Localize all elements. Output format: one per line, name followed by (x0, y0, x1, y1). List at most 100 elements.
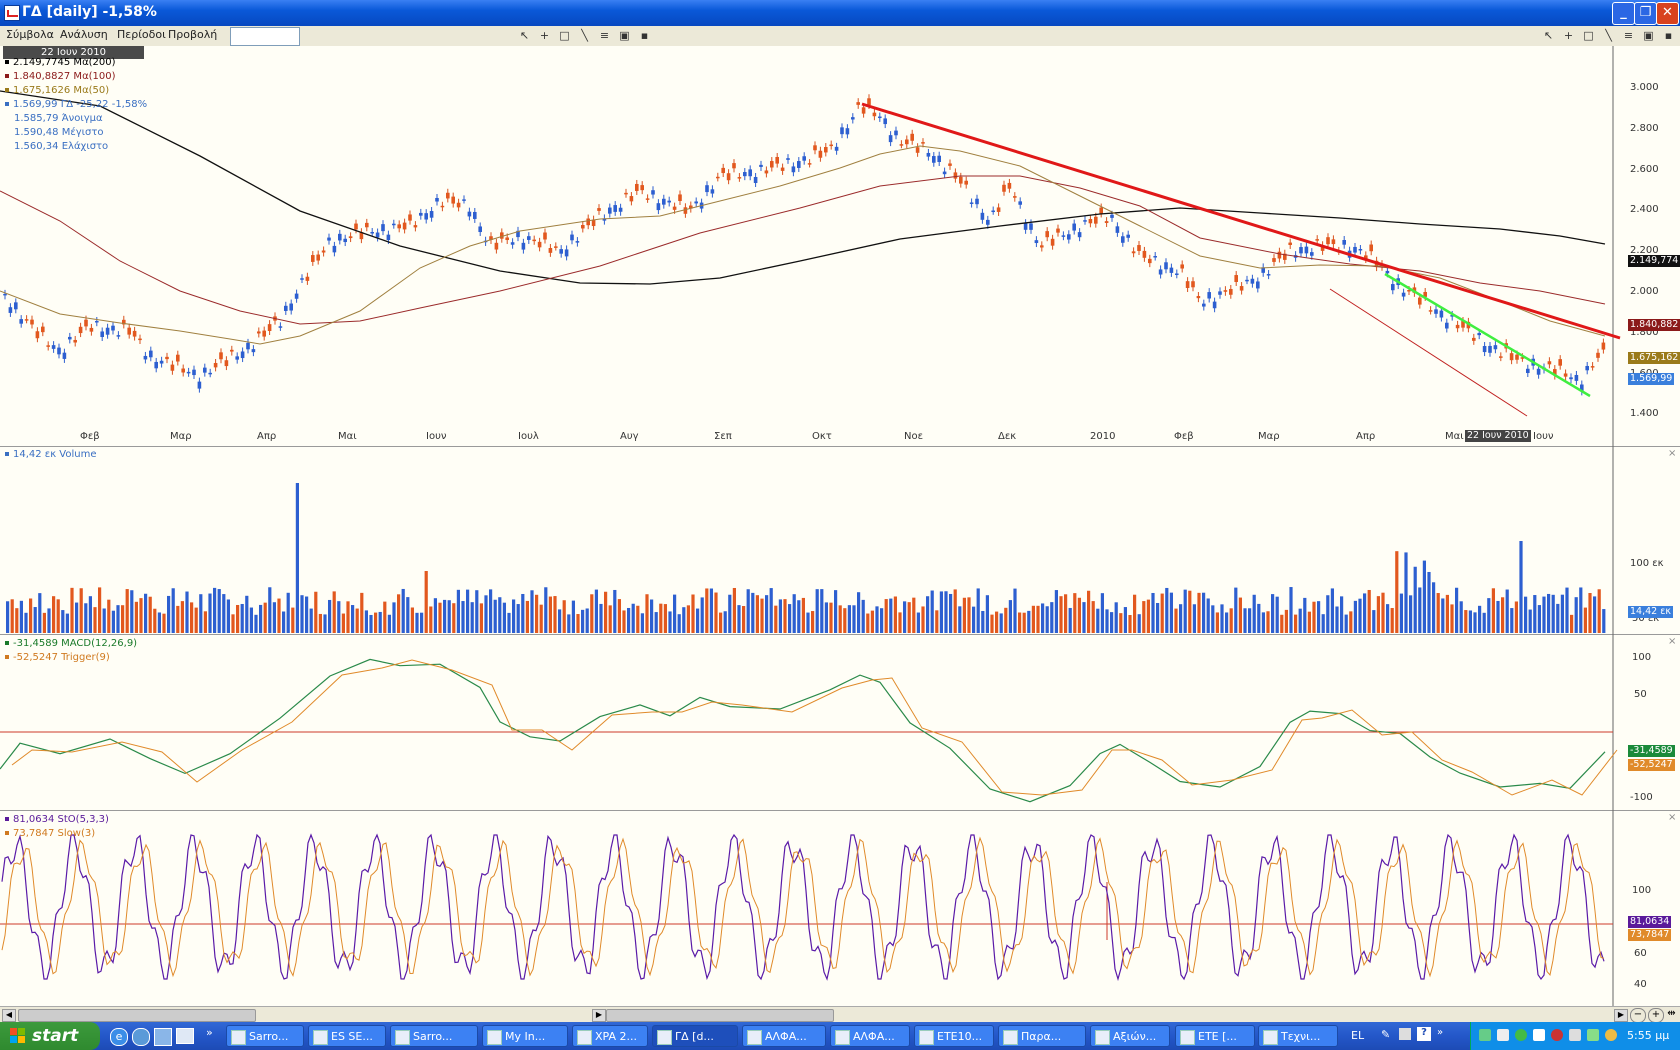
speaker-icon[interactable] (1533, 1029, 1545, 1041)
rectangle-icon-right[interactable]: □ (1582, 29, 1595, 42)
security-icon[interactable] (1551, 1029, 1563, 1041)
save-icon-right[interactable]: ▪ (1662, 29, 1675, 42)
taskbar-task[interactable]: Παρα... (998, 1025, 1086, 1047)
network-icon[interactable] (1479, 1029, 1491, 1041)
language-indicator[interactable]: EL (1351, 1029, 1364, 1042)
volume-bar (157, 612, 161, 633)
pointer-icon[interactable]: ↖ (518, 29, 531, 42)
taskbar-task[interactable]: Τεχνι... (1258, 1025, 1338, 1047)
taskbar-task[interactable]: ES SE... (308, 1025, 386, 1047)
pane-close-icon[interactable]: × (1668, 448, 1676, 459)
fit-icon[interactable]: ⇹ (1665, 1008, 1678, 1021)
antivirus-icon[interactable] (1515, 1029, 1527, 1041)
volume-bar (1289, 587, 1293, 633)
restore-button[interactable]: ❐ (1634, 2, 1657, 25)
menu-analysis[interactable]: Ανάλυση (60, 28, 108, 41)
taskbar-task[interactable]: XPA 2... (572, 1025, 648, 1047)
candle-body (969, 202, 974, 204)
scroll-end-icon[interactable]: ▶ (1614, 1009, 1628, 1022)
volume-bar (1275, 596, 1279, 633)
browser-quicklaunch-icon[interactable] (132, 1028, 150, 1046)
scroll-right-icon[interactable]: ▶ (592, 1009, 606, 1022)
red-trendline (861, 102, 1621, 340)
taskbar-task[interactable]: ΓΔ [d... (652, 1025, 738, 1047)
volume-bar (125, 589, 129, 633)
task-app-icon (835, 1030, 850, 1045)
taskbar-task[interactable]: ETE [... (1175, 1025, 1255, 1047)
candle-body (143, 355, 148, 360)
taskbar-task[interactable]: ΑΛΦΑ... (830, 1025, 910, 1047)
list-icon[interactable]: ≡ (598, 29, 611, 42)
volume-bar (268, 587, 272, 633)
menu-view[interactable]: Προβολή (168, 28, 217, 41)
keyboard-icon[interactable] (1399, 1028, 1411, 1040)
volume-bar (990, 614, 994, 633)
taskbar-task[interactable]: ETE10... (914, 1025, 994, 1047)
scroll-thumb-2[interactable] (606, 1009, 834, 1022)
volume-bar (746, 589, 750, 633)
symbol-input[interactable] (230, 27, 300, 46)
taskbar-task[interactable]: ΑΛΦΑ... (742, 1025, 826, 1047)
taskbar-task[interactable]: Sarro... (390, 1025, 478, 1047)
chart-area[interactable]: 22 Ιουν 2010 2.149,7745 Mα(200) 1.840,88… (0, 46, 1680, 1006)
save-icon[interactable]: ▪ (638, 29, 651, 42)
battery-icon[interactable] (1587, 1029, 1599, 1041)
menu-symbols[interactable]: Σύμβολα (6, 28, 54, 41)
scroll-left-icon[interactable]: ◀ (2, 1009, 16, 1022)
taskbar-task[interactable]: Sarro... (226, 1025, 304, 1047)
candle-body (1326, 237, 1330, 245)
clock[interactable]: 5:55 μμ (1627, 1029, 1669, 1042)
horizontal-scrollbar[interactable]: ◀ ▶ ▶ − + ⇹ (0, 1006, 1680, 1023)
ie-quicklaunch-icon[interactable]: e (110, 1028, 128, 1046)
tray-expand-icon[interactable]: » (1437, 1027, 1449, 1041)
volume-pane[interactable]: 14,42 εκ Volume 100 εκ 50 εκ 14,42 εκ × (0, 446, 1680, 635)
taskbar-task[interactable]: My In... (482, 1025, 568, 1047)
volume-bar (1574, 597, 1578, 633)
help-icon[interactable]: ? (1417, 1027, 1431, 1041)
candle-body (1585, 365, 1589, 371)
menu-periods[interactable]: Περίοδοι (117, 28, 166, 41)
pen-icon[interactable]: ✎ (1381, 1028, 1393, 1041)
rectangle-icon[interactable]: □ (558, 29, 571, 42)
volume-bar (176, 605, 180, 633)
line-tool-icon-right[interactable]: ╲ (1602, 29, 1615, 42)
line-tool-icon[interactable]: ╲ (578, 29, 591, 42)
macd-pane[interactable]: -31,4589 MACD(12,26,9) -52,5247 Trigger(… (0, 634, 1680, 811)
volume-bar (976, 588, 980, 633)
crosshair-icon-right[interactable]: + (1562, 29, 1575, 42)
macd-ytick-50: 50 (1634, 689, 1647, 700)
volume-bar (282, 611, 286, 633)
chart-icon-right[interactable]: ▣ (1642, 29, 1655, 42)
monitor-icon[interactable] (1569, 1029, 1581, 1041)
volume-bar (1390, 608, 1394, 633)
pane-close-icon[interactable]: × (1668, 812, 1676, 823)
price-pane[interactable]: 22 Ιουν 2010 2.149,7745 Mα(200) 1.840,88… (0, 46, 1680, 447)
start-button[interactable]: start (0, 1022, 100, 1050)
minimize-button[interactable]: _ (1612, 2, 1635, 25)
close-button[interactable]: ✕ (1656, 2, 1679, 25)
volume-bar (378, 611, 382, 633)
quicklaunch-more-icon[interactable]: » (206, 1026, 213, 1039)
pane-close-icon[interactable]: × (1668, 636, 1676, 647)
desktop-quicklaunch-icon[interactable] (176, 1028, 194, 1044)
shield-icon[interactable] (1605, 1029, 1617, 1041)
pointer-icon-right[interactable]: ↖ (1542, 29, 1555, 42)
list-icon-right[interactable]: ≡ (1622, 29, 1635, 42)
taskbar-task[interactable]: Αξιών... (1090, 1025, 1170, 1047)
stochastic-pane[interactable]: 81,0634 StO(5,3,3) 73,7847 Slow(3) 100 8… (0, 810, 1680, 1006)
volume-bar (1280, 614, 1284, 633)
candle-body (1315, 239, 1319, 241)
scroll-thumb[interactable] (18, 1009, 256, 1022)
chart-icon[interactable]: ▣ (618, 29, 631, 42)
media-quicklaunch-icon[interactable] (154, 1028, 172, 1046)
volume-bar (1252, 594, 1256, 633)
candle-body (338, 233, 342, 241)
zoom-out-icon[interactable]: − (1630, 1008, 1646, 1023)
crosshair-icon[interactable]: + (538, 29, 551, 42)
zoom-in-icon[interactable]: + (1648, 1008, 1664, 1023)
candle-body (30, 319, 34, 325)
candle-body (1563, 373, 1568, 377)
tray-app-icon[interactable] (1497, 1029, 1509, 1041)
candle-body (1434, 309, 1438, 314)
candle-body (1094, 216, 1098, 224)
